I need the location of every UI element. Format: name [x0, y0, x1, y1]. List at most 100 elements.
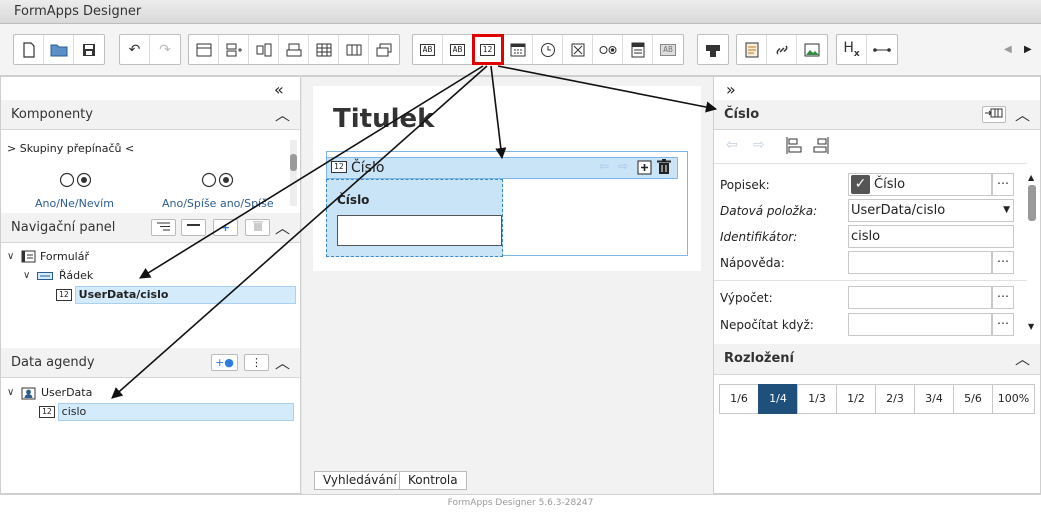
tree-item-form[interactable]: ∨ Formulář — [7, 248, 89, 265]
tree-item-cislo[interactable]: 12 cislo — [39, 402, 294, 421]
layout-option-1-6[interactable]: 1/6 — [719, 384, 759, 414]
component-yes-no[interactable]: Ano/Ne/Nevím — [35, 197, 114, 210]
date-button[interactable] — [503, 35, 533, 64]
number-input[interactable] — [337, 215, 502, 246]
calculation-more-button[interactable]: ⋯ — [992, 286, 1014, 309]
time-button[interactable] — [533, 35, 563, 64]
properties-dock-button[interactable] — [982, 106, 1006, 123]
prev-arrow-icon[interactable]: ⇦ — [726, 137, 738, 153]
undo-button[interactable]: ↶ — [120, 35, 150, 64]
textarea-button[interactable]: AB — [443, 35, 473, 64]
table-button[interactable] — [309, 35, 339, 64]
readonly-text-button[interactable]: AB — [653, 35, 683, 64]
properties-scrollbar-thumb[interactable] — [1028, 185, 1036, 221]
group-button[interactable] — [249, 35, 279, 64]
list-button[interactable] — [623, 35, 653, 64]
open-button[interactable] — [44, 35, 74, 64]
add-row-button[interactable] — [219, 35, 249, 64]
move-left-icon[interactable]: ⇦ — [599, 159, 609, 173]
chevron-down-icon[interactable]: ∨ — [7, 387, 21, 398]
tree-item-row[interactable]: ∨ Řádek — [23, 267, 93, 284]
panel-button[interactable] — [279, 35, 309, 64]
data-item-select[interactable]: UserData/cislo ▼ — [848, 199, 1014, 222]
repeater-button[interactable] — [369, 35, 399, 64]
toolbar-group-layout — [188, 34, 400, 65]
nav-align-button[interactable] — [151, 219, 176, 236]
chevron-down-icon[interactable]: ∨ — [7, 251, 21, 262]
checkmark-icon[interactable]: ✓ — [851, 175, 870, 194]
layout-option-1-3[interactable]: 1/3 — [797, 384, 837, 414]
calculation-input[interactable] — [848, 286, 992, 309]
collapse-left-icon[interactable]: « — [274, 80, 284, 99]
layout-option-3-4[interactable]: 3/4 — [914, 384, 954, 414]
section-button[interactable] — [189, 35, 219, 64]
chevron-down-icon[interactable]: ∨ — [23, 270, 37, 281]
next-arrow-icon[interactable]: ⇨ — [753, 137, 765, 153]
layout-option-1-4[interactable]: 1/4 — [758, 384, 798, 414]
scroll-down-icon[interactable]: ▼ — [1028, 322, 1034, 331]
scroll-up-icon[interactable]: ▲ — [1028, 173, 1034, 182]
add-box-icon[interactable] — [637, 160, 652, 175]
image-button[interactable] — [797, 35, 827, 64]
properties-title: Číslo — [724, 107, 760, 122]
components-header[interactable]: Komponenty ︿ — [1, 100, 300, 130]
link-button[interactable] — [767, 35, 797, 64]
data-more-button[interactable]: ⋮ — [244, 354, 269, 371]
chevron-up-icon[interactable]: ︿ — [1015, 348, 1030, 369]
align-right-icon[interactable] — [813, 137, 829, 154]
layout-option-5-6[interactable]: 5/6 — [953, 384, 993, 414]
chevron-up-icon[interactable]: ︿ — [275, 217, 290, 238]
no-calc-input[interactable] — [848, 313, 992, 336]
scroll-left-icon[interactable]: ◀ — [1004, 44, 1012, 55]
chevron-up-icon[interactable]: ︿ — [275, 104, 290, 125]
layout-option-2-3[interactable]: 2/3 — [875, 384, 915, 414]
help-input[interactable] — [848, 251, 992, 274]
caption-field[interactable]: ✓ Číslo — [848, 173, 992, 196]
dropdown-arrow-icon[interactable]: ▼ — [1003, 200, 1010, 221]
no-calc-more-button[interactable]: ⋯ — [992, 313, 1014, 336]
nav-add-button[interactable]: + — [213, 219, 238, 236]
checkbox-button[interactable] — [563, 35, 593, 64]
new-document-button[interactable] — [14, 35, 44, 64]
caption-more-button[interactable]: ⋯ — [992, 173, 1014, 196]
stamp-button[interactable] — [698, 35, 728, 64]
nav-delete-button[interactable] — [245, 219, 270, 236]
save-button[interactable] — [74, 35, 104, 64]
form-heading[interactable]: Titulek — [333, 104, 434, 134]
trash-icon[interactable] — [657, 159, 671, 175]
columns-button[interactable] — [339, 35, 369, 64]
tree-item-userdata[interactable]: ∨ UserData — [7, 384, 92, 401]
align-left-icon[interactable] — [786, 137, 802, 154]
selected-row-bar[interactable]: 12 Číslo ⇦ ⇨ — [326, 157, 678, 179]
tab-check[interactable]: Kontrola — [399, 471, 467, 490]
properties-scrollbar[interactable]: ▲ ▼ — [1027, 173, 1037, 337]
nav-line-button[interactable] — [181, 219, 206, 236]
textbox-icon: AB — [419, 43, 436, 56]
add-row-icon — [226, 43, 242, 56]
expand-right-icon[interactable]: » — [726, 80, 736, 99]
separator-button[interactable] — [867, 35, 897, 64]
move-right-icon[interactable]: ⇨ — [618, 159, 628, 173]
text-block-button[interactable] — [737, 35, 767, 64]
component-scale[interactable]: Ano/Spíše ano/Spíše — [162, 197, 274, 210]
checkbox-icon — [571, 43, 584, 56]
chevron-up-icon[interactable]: ︿ — [1015, 104, 1030, 125]
components-scrollbar-thumb[interactable] — [290, 154, 297, 171]
scroll-right-icon[interactable]: ▶ — [1024, 44, 1032, 55]
radio-button[interactable] — [593, 35, 623, 64]
panel-icon — [286, 43, 301, 56]
selected-field-box[interactable]: Číslo — [326, 179, 503, 257]
redo-button[interactable]: ↷ — [150, 35, 180, 64]
layout-option-1-2[interactable]: 1/2 — [836, 384, 876, 414]
layout-option-100[interactable]: 100% — [992, 384, 1035, 414]
tree-item-field[interactable]: 12 UserData/cislo — [56, 285, 296, 304]
tab-search[interactable]: Vyhledávání — [314, 471, 406, 490]
help-more-button[interactable]: ⋯ — [992, 251, 1014, 274]
chevron-up-icon[interactable]: ︿ — [275, 352, 290, 373]
textbox-button[interactable]: AB — [413, 35, 443, 64]
number-field-button[interactable]: 12 — [472, 34, 504, 65]
heading-button[interactable]: Hx — [837, 35, 867, 64]
add-data-button[interactable]: +● — [211, 354, 238, 371]
identifier-input[interactable]: cislo — [848, 225, 1014, 248]
components-scrollbar[interactable] — [290, 140, 297, 206]
